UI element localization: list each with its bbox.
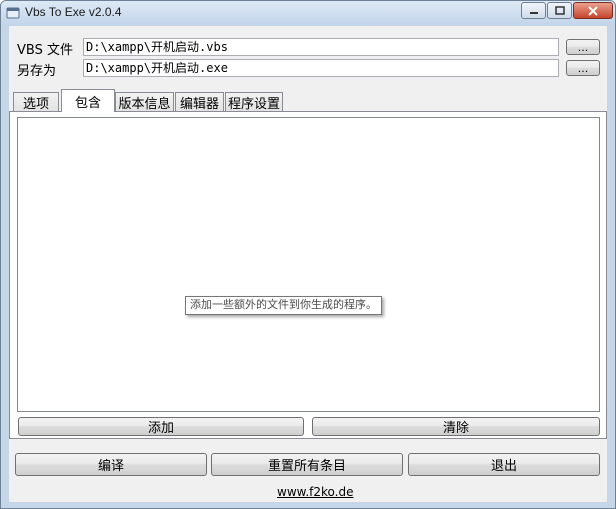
close-icon <box>588 5 598 16</box>
tab-program-settings[interactable]: 程序设置 <box>225 92 283 112</box>
clear-button[interactable]: 清除 <box>312 417 600 436</box>
vbs-file-label: VBS 文件 <box>17 43 73 58</box>
tab-options[interactable]: 选项 <box>13 92 59 112</box>
browse-exe-button[interactable]: ... <box>566 60 600 76</box>
save-as-input[interactable]: D:\xampp\开机启动.exe <box>83 59 559 77</box>
tab-version-info[interactable]: 版本信息 <box>115 92 174 112</box>
include-file-list[interactable] <box>17 117 600 412</box>
compile-button[interactable]: 编译 <box>15 453 207 476</box>
title-bar[interactable]: Vbs To Exe v2.0.4 <box>1 1 615 25</box>
website-link[interactable]: www.f2ko.de <box>277 485 353 499</box>
app-window: Vbs To Exe v2.0.4 VBS 文件 D:\xampp\开机启动.v… <box>0 0 616 509</box>
window-title: Vbs To Exe v2.0.4 <box>25 5 122 19</box>
maximize-icon <box>554 6 565 15</box>
tab-editor[interactable]: 编辑器 <box>175 92 224 112</box>
tab-include[interactable]: 包含 <box>61 89 115 112</box>
browse-vbs-button[interactable]: ... <box>566 39 600 55</box>
app-icon <box>6 6 20 20</box>
vbs-file-input[interactable]: D:\xampp\开机启动.vbs <box>83 38 559 56</box>
include-tooltip: 添加一些额外的文件到你生成的程序。 <box>185 296 382 315</box>
save-as-label: 另存为 <box>17 64 57 79</box>
minimize-icon <box>529 11 538 14</box>
add-button[interactable]: 添加 <box>18 417 304 436</box>
include-tab-panel: 添加 清除 <box>9 111 607 439</box>
maximize-button[interactable] <box>547 2 572 19</box>
client-area: VBS 文件 D:\xampp\开机启动.vbs ... 另存为 D:\xamp… <box>9 26 607 502</box>
close-button[interactable] <box>573 2 613 19</box>
reset-all-button[interactable]: 重置所有条目 <box>211 453 403 476</box>
minimize-button[interactable] <box>521 2 546 19</box>
exit-button[interactable]: 退出 <box>408 453 600 476</box>
